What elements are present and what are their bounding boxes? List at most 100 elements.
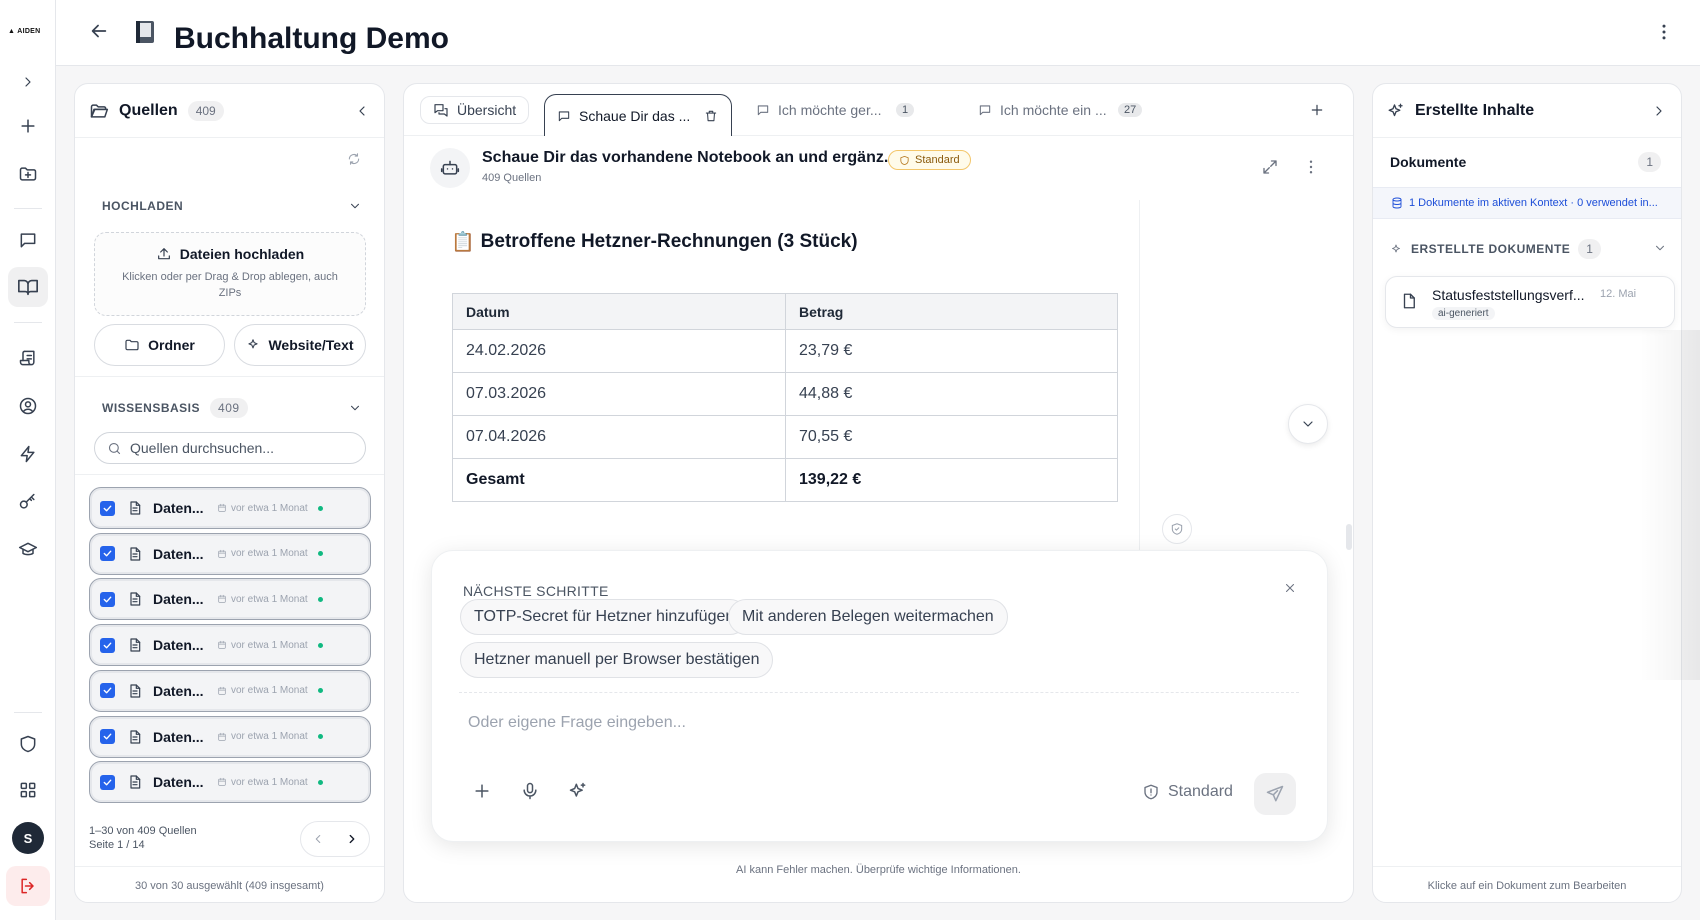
source-list-item[interactable]: Daten... vor etwa 1 Monat [89,715,371,758]
attach-button[interactable] [472,781,492,801]
collapse-documents-button[interactable] [1653,241,1667,255]
tab-overview[interactable]: Übersicht [420,96,530,124]
document-icon [130,775,141,789]
send-button[interactable] [1254,773,1296,815]
tab-chat-2[interactable]: Ich möchte ger... 1 [744,96,926,124]
suggestion-chip[interactable]: TOTP-Secret für Hetzner hinzufügen [460,599,749,635]
source-time: vor etwa 1 Monat [217,503,308,514]
upload-dropzone[interactable]: Dateien hochladen Klicken oder per Drag … [94,232,366,316]
contacts-nav[interactable] [8,386,48,426]
refresh-button[interactable] [347,152,361,166]
shield-icon [1144,784,1158,800]
app-logo[interactable]: ▲ AIDEN [8,28,41,35]
sparkles-icon [1388,103,1403,116]
calendar-icon [218,686,226,695]
suggestion-chip[interactable]: Hetzner manuell per Browser bestätigen [460,642,774,678]
chevron-right-icon [25,77,31,87]
status-dot [317,734,323,739]
clipboard-icon: 📋 [451,232,475,253]
source-list-item[interactable]: Daten... vor etwa 1 Monat [89,624,371,667]
source-name: Daten... [153,728,204,745]
expand-rail-button[interactable] [8,62,48,102]
chevron-right-icon [1656,105,1662,116]
message-icon [979,105,991,116]
next-page-button[interactable] [345,832,359,846]
source-checkbox[interactable] [100,637,115,653]
knowledge-base-section-header[interactable]: WISSENSBASIS 409 [102,398,362,418]
user-circle-icon [19,397,37,415]
check-icon [103,642,112,649]
overlay-shadow [1640,330,1700,680]
source-time: vor etwa 1 Monat [217,731,308,742]
automations-nav[interactable] [8,434,48,474]
logout-button[interactable] [6,866,50,906]
close-suggestions-button[interactable] [1283,581,1297,595]
chat-input[interactable]: Oder eigene Frage eingeben... [468,714,686,732]
scrollbar[interactable] [1346,524,1352,550]
magic-button[interactable] [568,781,588,801]
send-icon [1266,785,1284,802]
source-list-item[interactable]: Daten... vor etwa 1 Monat [89,578,371,621]
source-checkbox[interactable] [100,546,115,562]
source-checkbox[interactable] [100,729,115,744]
next-steps-label: NÄCHSTE SCHRITTE [463,583,609,599]
document-card[interactable]: Statusfeststellungsverf... 12. Mai ai-ge… [1385,276,1675,328]
sources-search-input[interactable]: Quellen durchsuchen... [94,432,366,464]
created-documents-section[interactable]: ERSTELLTE DOKUMENTE 1 [1391,239,1602,259]
documents-count-badge: 1 [1638,152,1661,172]
documents-label: Dokumente [1390,154,1467,170]
trash-icon[interactable] [704,109,718,123]
source-list-item[interactable]: Daten... vor etwa 1 Monat [89,761,371,804]
sparkle-icon [248,339,259,349]
tab-chat-active[interactable]: Schaue Dir das ... [544,94,732,136]
source-checkbox[interactable] [100,500,115,516]
folder-plus-icon [19,167,37,181]
notebooks-nav[interactable] [8,267,48,307]
prev-page-button[interactable] [311,832,325,846]
security-nav[interactable] [8,724,48,764]
mode-selector[interactable]: Standard [1142,783,1233,801]
tab-chat-3[interactable]: Ich möchte ein ... 27 [966,96,1154,124]
new-button[interactable] [8,106,48,146]
source-list-item[interactable]: Daten... vor etwa 1 Monat [89,669,371,712]
source-checkbox[interactable] [100,774,115,790]
scroll-down-button[interactable] [1288,404,1328,444]
chat-menu-button[interactable] [1302,158,1320,176]
voice-button[interactable] [520,781,540,801]
avatar[interactable]: S [12,822,44,854]
chat-sources-count: 409 Quellen [482,172,542,184]
plus-icon [21,119,35,133]
selection-summary: 30 von 30 ausgewählt (409 insgesamt) [75,866,384,902]
suggestion-chip[interactable]: Mit anderen Belegen weitermachen [728,599,1008,635]
back-button[interactable] [88,20,110,42]
chats-nav[interactable] [8,220,48,260]
check-icon [103,687,112,694]
source-list-item[interactable]: Daten... vor etwa 1 Monat [89,532,371,575]
document-icon [130,547,141,561]
new-tab-button[interactable] [1309,102,1325,118]
upload-section-header[interactable]: HOCHLADEN [102,199,362,213]
ai-generated-tag: ai-generiert [1432,307,1495,320]
invoice-table: Datum Betrag 24.02.2026 23,79 €07.03.2026… [452,293,1118,502]
source-name: Daten... [153,774,204,791]
expand-created-button[interactable] [1651,103,1667,119]
source-checkbox[interactable] [100,591,115,607]
learning-nav[interactable] [8,530,48,570]
more-menu-button[interactable] [1654,22,1674,42]
verify-button[interactable] [1162,514,1192,544]
table-cell: 07.03.2026 [452,372,786,416]
website-text-button[interactable]: Website/Text [234,324,366,366]
apps-nav[interactable] [8,770,48,810]
expand-button[interactable] [1261,158,1279,176]
context-info-bar[interactable]: 1 Dokumente im aktiven Kontext · 0 verwe… [1373,187,1681,219]
source-checkbox[interactable] [100,683,115,699]
keys-nav[interactable] [8,482,48,522]
source-list-item[interactable]: Daten... vor etwa 1 Monat [89,487,371,529]
chat-title: Schaue Dir das vorhandene Notebook an un… [482,149,898,166]
add-folder-button[interactable] [8,154,48,194]
collapse-sources-button[interactable] [354,103,370,119]
source-time: vor etwa 1 Monat [217,594,308,605]
pagination-info: 1–30 von 409 Quellen Seite 1 / 14 [89,825,197,851]
scroll-nav[interactable] [8,338,48,378]
folder-button[interactable]: Ordner [94,324,225,366]
